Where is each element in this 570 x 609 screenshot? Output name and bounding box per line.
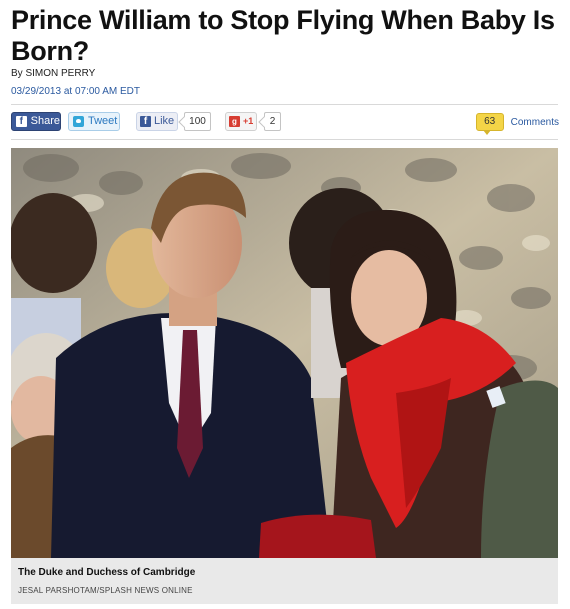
divider <box>11 104 558 105</box>
comment-count-badge[interactable]: 63 <box>475 113 504 135</box>
facebook-like-button[interactable]: f Like <box>136 112 178 131</box>
comments-label[interactable]: Comments <box>511 117 559 128</box>
twitter-bird-icon <box>73 116 84 127</box>
facebook-share-label: Share <box>30 115 60 127</box>
facebook-icon: f <box>140 116 151 127</box>
like-count: 100 <box>184 112 211 131</box>
photo-credit: JESAL PARSHOTAM/SPLASH NEWS ONLINE <box>18 586 193 595</box>
photo-illustration <box>11 148 558 558</box>
facebook-share-button[interactable]: f Share <box>11 112 61 131</box>
google-plus-label: +1 <box>243 116 254 126</box>
photo-caption-box: The Duke and Duchess of Cambridge JESAL … <box>11 558 558 604</box>
photo-caption: The Duke and Duchess of Cambridge <box>18 567 196 578</box>
author-link[interactable]: SIMON PERRY <box>25 68 95 79</box>
byline: By SIMON PERRY <box>11 68 95 79</box>
publish-date: 03/29/2013 at 07:00 AM EDT <box>11 86 140 97</box>
comments-link[interactable]: 63 Comments <box>475 111 559 135</box>
article-headline: Prince William to Stop Flying When Baby … <box>11 5 555 66</box>
facebook-icon: f <box>16 116 27 127</box>
google-plus-button[interactable]: g +1 <box>225 112 257 131</box>
divider <box>11 139 558 140</box>
tweet-button[interactable]: Tweet <box>68 112 120 131</box>
google-plus-icon: g <box>229 116 240 127</box>
byline-prefix: By <box>11 68 23 79</box>
google-plus-count: 2 <box>264 112 281 131</box>
share-bar: f Share Tweet f Like 100 g +1 2 63 Comme… <box>11 111 559 135</box>
tweet-label: Tweet <box>88 115 118 127</box>
article-photo <box>11 148 558 558</box>
facebook-like-label: Like <box>154 115 175 127</box>
